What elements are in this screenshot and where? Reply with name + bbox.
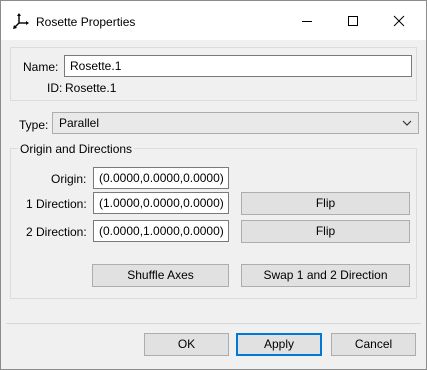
origin-label: Origin: bbox=[51, 172, 87, 186]
id-label: ID: bbox=[47, 81, 63, 95]
chevron-down-icon bbox=[402, 120, 412, 126]
footer-divider bbox=[6, 323, 421, 324]
maximize-button[interactable] bbox=[330, 1, 376, 40]
direction2-label: 2 Direction: bbox=[26, 225, 87, 239]
apply-button[interactable]: Apply bbox=[236, 333, 322, 356]
origin-field[interactable]: (0.0000,0.0000,0.0000) bbox=[93, 167, 229, 189]
name-label: Name: bbox=[23, 60, 59, 74]
type-select[interactable]: Parallel bbox=[52, 112, 419, 134]
minimize-icon bbox=[302, 21, 312, 22]
direction1-label: 1 Direction: bbox=[26, 197, 87, 211]
rosette-axes-icon bbox=[12, 12, 30, 30]
minimize-button[interactable] bbox=[284, 1, 330, 40]
cancel-button[interactable]: Cancel bbox=[331, 333, 416, 356]
direction2-field[interactable]: (0.0000,1.0000,0.0000) bbox=[93, 220, 229, 242]
close-button[interactable] bbox=[376, 1, 422, 40]
rosette-properties-dialog: Rosette Properties Name: Rosette.1 ID: R… bbox=[0, 0, 427, 370]
ok-button[interactable]: OK bbox=[144, 333, 229, 356]
swap-directions-button[interactable]: Swap 1 and 2 Direction bbox=[241, 264, 410, 287]
flip-direction2-button[interactable]: Flip bbox=[241, 220, 410, 243]
maximize-icon bbox=[348, 16, 358, 26]
close-icon bbox=[393, 15, 405, 27]
type-label: Type: bbox=[19, 118, 49, 132]
type-selected-value: Parallel bbox=[59, 116, 100, 130]
window-title: Rosette Properties bbox=[36, 15, 136, 29]
flip-direction1-button[interactable]: Flip bbox=[241, 192, 410, 215]
id-value: Rosette.1 bbox=[65, 81, 117, 95]
name-field[interactable]: Rosette.1 bbox=[64, 55, 412, 77]
shuffle-axes-button[interactable]: Shuffle Axes bbox=[92, 264, 229, 287]
origin-directions-group-label: Origin and Directions bbox=[18, 142, 135, 156]
direction1-field[interactable]: (1.0000,0.0000,0.0000) bbox=[93, 192, 229, 214]
title-bar[interactable]: Rosette Properties bbox=[1, 1, 426, 40]
